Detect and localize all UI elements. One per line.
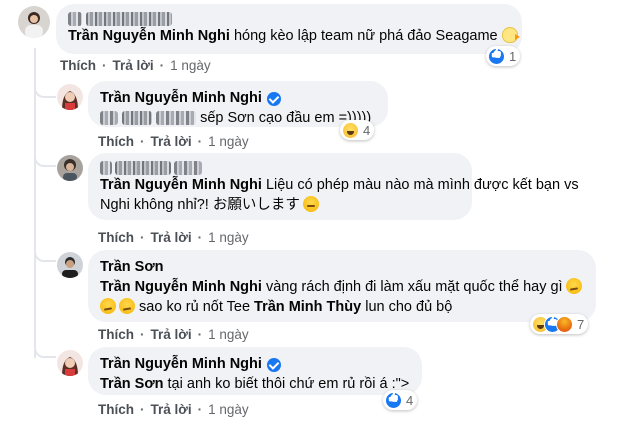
timestamp[interactable]: 1 ngày bbox=[208, 134, 249, 149]
reply-text: sếp Sơn cạo đầu em =))))) bbox=[100, 108, 376, 128]
reply-actions: Thích · Trả lời · 1 ngày bbox=[98, 230, 249, 245]
timestamp[interactable]: 1 ngày bbox=[208, 402, 249, 417]
avatar[interactable] bbox=[57, 84, 83, 110]
reaction-summary[interactable]: 4 bbox=[340, 120, 375, 140]
mention-link[interactable]: Trần Minh Thùy bbox=[254, 299, 361, 315]
reply-button[interactable]: Trả lời bbox=[151, 134, 192, 149]
comment-body: hóng kèo lập team nữ phá đảo Seagame bbox=[233, 28, 498, 44]
thread-elbow bbox=[34, 250, 56, 262]
angry-reaction-icon bbox=[556, 315, 573, 333]
reply-body: sao ko rủ nốt Tee bbox=[139, 299, 251, 315]
reaction-summary[interactable]: 4 bbox=[383, 390, 418, 410]
blurred-mention bbox=[122, 111, 153, 126]
verified-badge-icon bbox=[266, 357, 281, 372]
timestamp[interactable]: 1 ngày bbox=[170, 58, 211, 73]
like-button[interactable]: Thích bbox=[98, 327, 134, 342]
mention-link[interactable]: Trần Sơn bbox=[100, 376, 164, 392]
reply-actions: Thích · Trả lời · 1 ngày bbox=[98, 134, 249, 149]
reply-author-blurred[interactable] bbox=[100, 161, 460, 175]
like-button[interactable]: Thích bbox=[98, 134, 134, 149]
reaction-count: 4 bbox=[363, 122, 371, 138]
reply-text: sao ko rủ nốt Tee Trần Minh Thùy lun cho… bbox=[100, 297, 584, 317]
thread-elbow bbox=[34, 86, 56, 98]
haha-reaction-icon bbox=[342, 121, 359, 139]
author-name[interactable]: Trần Nguyễn Minh Nghi bbox=[100, 355, 262, 374]
timestamp[interactable]: 1 ngày bbox=[208, 327, 249, 342]
separator: · bbox=[197, 134, 203, 149]
like-button[interactable]: Thích bbox=[60, 58, 96, 73]
reaction-summary[interactable]: 1 bbox=[486, 46, 521, 66]
comment-author-blurred[interactable] bbox=[68, 12, 510, 26]
separator: · bbox=[140, 327, 145, 342]
reply-button[interactable]: Trả lời bbox=[151, 327, 192, 342]
reply-body: Nghi không nhỉ?! お願いします bbox=[100, 197, 300, 213]
reply-text: Nghi không nhỉ?! お願いします bbox=[100, 195, 460, 215]
avatar[interactable] bbox=[57, 252, 83, 278]
separator: · bbox=[140, 402, 145, 417]
verified-badge-icon bbox=[266, 91, 281, 106]
reply-text: Trần Nguyễn Minh Nghi Liệu có phép màu n… bbox=[100, 175, 579, 195]
reply-author[interactable]: Trần Nguyễn Minh Nghi bbox=[100, 89, 376, 108]
like-reaction-icon bbox=[385, 391, 402, 409]
blurred-mention bbox=[156, 111, 197, 126]
reply-actions: Thích · Trả lời · 1 ngày bbox=[98, 327, 249, 342]
thread-elbow bbox=[34, 346, 56, 358]
sweat-smile-emoji bbox=[302, 196, 319, 212]
separator: · bbox=[159, 58, 165, 73]
reply-body: lun cho đủ bộ bbox=[365, 299, 453, 315]
separator: · bbox=[197, 327, 203, 342]
like-reaction-icon bbox=[488, 47, 505, 65]
like-button[interactable]: Thích bbox=[98, 230, 134, 245]
reaction-count: 1 bbox=[509, 48, 517, 64]
reply-author[interactable]: Trần Sơn bbox=[100, 258, 584, 277]
reply-bubble: Trần Nguyễn Minh Nghi Liệu có phép màu n… bbox=[88, 153, 579, 220]
reply-button[interactable]: Trả lời bbox=[113, 58, 154, 73]
comment-text: Trần Nguyễn Minh Nghi hóng kèo lập team … bbox=[68, 26, 520, 46]
separator: · bbox=[197, 402, 203, 417]
blurred-mention bbox=[100, 111, 118, 126]
separator: · bbox=[140, 230, 145, 245]
reply-body: tại anh ko biết thôi chứ em rủ rồi á :"> bbox=[167, 376, 410, 392]
reply-body: Liệu có phép màu nào mà mình được kết bạ… bbox=[265, 177, 579, 193]
thread-elbow bbox=[34, 155, 56, 167]
reply-bubble: Trần Nguyễn Minh Nghi Trần Sơn tại anh k… bbox=[88, 347, 422, 395]
comment-bubble: Trần Nguyễn Minh Nghi hóng kèo lập team … bbox=[56, 4, 522, 54]
mention-link[interactable]: Trần Nguyễn Minh Nghi bbox=[68, 28, 230, 44]
author-name[interactable]: Trần Sơn bbox=[100, 258, 164, 277]
reaction-count: 4 bbox=[406, 392, 414, 408]
avatar[interactable] bbox=[57, 350, 83, 376]
smirk-emoji bbox=[565, 278, 582, 294]
comment-actions: Thích · Trả lời · 1 ngày bbox=[60, 58, 211, 73]
reaction-summary[interactable]: 7 bbox=[530, 314, 589, 334]
timestamp[interactable]: 1 ngày bbox=[208, 230, 249, 245]
avatar[interactable] bbox=[18, 6, 50, 38]
separator: · bbox=[140, 134, 145, 149]
reply-author[interactable]: Trần Nguyễn Minh Nghi bbox=[100, 355, 410, 374]
mention-link[interactable]: Trần Nguyễn Minh Nghi bbox=[100, 177, 262, 193]
reaction-count: 7 bbox=[577, 316, 585, 332]
smirk-emoji bbox=[100, 298, 116, 314]
avatar[interactable] bbox=[57, 155, 83, 181]
reply-actions: Thích · Trả lời · 1 ngày bbox=[98, 402, 249, 417]
mention-link[interactable]: Trần Nguyễn Minh Nghi bbox=[100, 279, 262, 295]
chick-emoji bbox=[501, 27, 520, 43]
reply-bubble: Trần Sơn Trần Nguyễn Minh Nghi vàng rách… bbox=[88, 250, 596, 322]
separator: · bbox=[197, 230, 203, 245]
reply-text: Trần Nguyễn Minh Nghi vàng rách định đi … bbox=[100, 277, 584, 297]
reply-button[interactable]: Trả lời bbox=[151, 402, 192, 417]
reply-body: vàng rách định đi làm xấu mặt quốc thể h… bbox=[265, 279, 563, 295]
reply-text: Trần Sơn tại anh ko biết thôi chứ em rủ … bbox=[100, 374, 410, 394]
reply-button[interactable]: Trả lời bbox=[151, 230, 192, 245]
reply-bubble: Trần Nguyễn Minh Nghi sếp Sơn cạo đầu em… bbox=[88, 81, 388, 127]
smirk-emoji bbox=[119, 298, 135, 314]
author-name[interactable]: Trần Nguyễn Minh Nghi bbox=[100, 89, 262, 108]
like-button[interactable]: Thích bbox=[98, 402, 134, 417]
separator: · bbox=[102, 58, 107, 73]
